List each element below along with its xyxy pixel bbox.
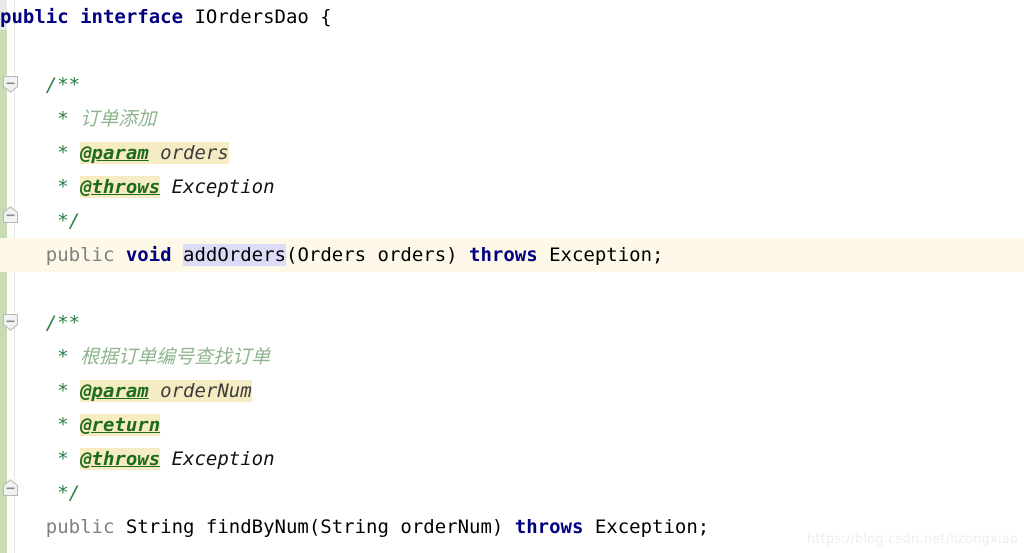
comment-token: * (0, 414, 81, 436)
javadoc-param-name: orders (148, 142, 229, 164)
comment-token: * (0, 380, 81, 402)
code-line[interactable]: /** (0, 306, 1024, 340)
code-editor: public interface IOrdersDao { /** * 订单添加… (0, 0, 1024, 553)
keyword-token: public (0, 244, 126, 266)
comment-token: /** (0, 312, 81, 334)
comment-token: * (0, 142, 81, 164)
javadoc-tag: @throws (80, 448, 161, 470)
keyword-token: throws (514, 516, 595, 538)
comment-token: * (0, 448, 81, 470)
comment-text-cjk: 根据订单编号查找订单 (80, 346, 271, 368)
code-token: IOrdersDao { (194, 6, 332, 28)
code-line[interactable]: * @param orderNum (0, 374, 1024, 408)
keyword-token: throws (469, 244, 550, 266)
comment-text-cjk: 订单添加 (80, 108, 157, 130)
code-line[interactable]: * @throws Exception (0, 442, 1024, 476)
code-line[interactable]: * @param orders (0, 136, 1024, 170)
javadoc-tag: @return (80, 414, 161, 436)
javadoc-tag: @param (80, 380, 149, 402)
code-token: String findByNum(String orderNum) (125, 516, 515, 538)
code-line-current[interactable]: public void addOrders(Orders orders) thr… (0, 238, 1024, 272)
javadoc-tag: @throws (80, 176, 161, 198)
code-lines[interactable]: public interface IOrdersDao { /** * 订单添加… (0, 0, 1024, 553)
keyword-token: public (0, 516, 126, 538)
javadoc-tag: @param (80, 142, 149, 164)
code-token: Exception (160, 448, 275, 470)
code-line[interactable]: */ (0, 204, 1024, 238)
code-line[interactable]: */ (0, 476, 1024, 510)
comment-token: */ (0, 210, 81, 232)
code-line[interactable]: * @return (0, 408, 1024, 442)
code-line[interactable] (0, 34, 1024, 68)
keyword-token: public interface (0, 6, 195, 28)
watermark-text: https://blog.csdn.net/lizongxiao (806, 532, 1018, 547)
code-token: (Orders orders) (286, 244, 470, 266)
keyword-token: void (125, 244, 184, 266)
comment-token: */ (0, 482, 81, 504)
comment-token: * (0, 176, 81, 198)
code-line[interactable]: * @throws Exception (0, 170, 1024, 204)
code-token: Exception (160, 176, 275, 198)
code-line[interactable]: /** (0, 68, 1024, 102)
code-line[interactable]: * 根据订单编号查找订单 (0, 340, 1024, 374)
comment-token: /** (0, 74, 81, 96)
code-line[interactable]: * 订单添加 (0, 102, 1024, 136)
comment-token: * (0, 346, 81, 368)
code-line[interactable]: public interface IOrdersDao { (0, 0, 1024, 34)
comment-token: * (0, 108, 81, 130)
code-token: Exception; (549, 244, 664, 266)
javadoc-param-name: orderNum (148, 380, 252, 402)
code-line[interactable] (0, 272, 1024, 306)
selected-token: addOrders (183, 244, 286, 266)
code-token: Exception; (594, 516, 710, 538)
